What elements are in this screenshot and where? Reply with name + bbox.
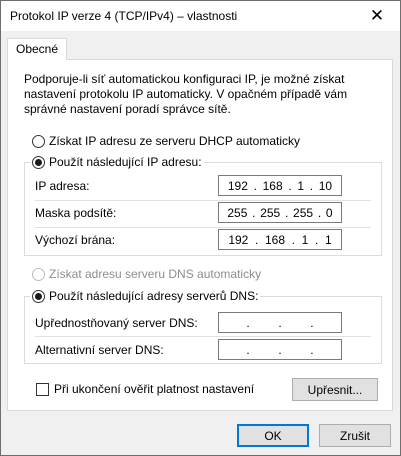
subnet-mask-label: Maska podsítě: bbox=[35, 205, 117, 220]
ip-manual-label: Použít následující IP adresu: bbox=[49, 155, 202, 169]
title-bar: Protokol IP verze 4 (TCP/IPv4) – vlastno… bbox=[1, 1, 400, 31]
description-text: Podporuje-li síť automatickou konfigurac… bbox=[24, 72, 348, 116]
subnet-mask-field[interactable]: 255 . 255 . 255 . 0 bbox=[218, 202, 342, 223]
octet: 192 bbox=[228, 232, 249, 247]
ip-manual-group: IP adresa: 192 . 168 . 1 . 10 Maska pods… bbox=[24, 162, 382, 256]
octet-dot: . bbox=[317, 205, 322, 220]
ip-manual-radio[interactable] bbox=[32, 155, 45, 169]
validate-checkbox[interactable] bbox=[36, 382, 49, 396]
octet-dot: . bbox=[253, 178, 257, 193]
octet: 255 bbox=[227, 205, 248, 220]
dns-manual-group: Upřednostňovaný server DNS: . . . Altern… bbox=[24, 296, 382, 364]
alternate-dns-label: Alternativní server DNS: bbox=[35, 342, 164, 357]
preferred-dns-label: Upřednostňovaný server DNS: bbox=[35, 315, 198, 330]
dns-manual-radio[interactable] bbox=[32, 289, 45, 303]
octet-dot: . bbox=[314, 232, 319, 247]
row-divider bbox=[35, 227, 371, 228]
advanced-button[interactable]: Upřesnit... bbox=[292, 378, 378, 401]
ip-auto-option[interactable]: Získat IP adresu ze serveru DHCP automat… bbox=[32, 134, 300, 148]
tab-panel-general: Podporuje-li síť automatickou konfigurac… bbox=[7, 59, 393, 411]
dns-auto-label: Získat adresu serveru DNS automaticky bbox=[49, 267, 262, 281]
octet-dot: . bbox=[278, 342, 282, 357]
octet: 192 bbox=[227, 178, 248, 193]
ip-address-field[interactable]: 192 . 168 . 1 . 10 bbox=[218, 175, 342, 196]
row-divider bbox=[35, 200, 371, 201]
dns-manual-option[interactable]: Použít následující adresy serverů DNS: bbox=[30, 289, 261, 303]
octet: 255 bbox=[260, 205, 281, 220]
octet-dot: . bbox=[246, 315, 250, 330]
octet: 168 bbox=[262, 178, 283, 193]
row-divider bbox=[35, 336, 371, 337]
octet: 0 bbox=[325, 205, 333, 220]
dialog-window: Protokol IP verze 4 (TCP/IPv4) – vlastno… bbox=[0, 0, 401, 456]
dns-auto-option[interactable]: Získat adresu serveru DNS automaticky bbox=[32, 267, 261, 281]
preferred-dns-field[interactable]: . . . bbox=[218, 312, 342, 333]
close-icon[interactable]: ✕ bbox=[354, 1, 400, 31]
octet: 1 bbox=[324, 232, 332, 247]
octet-dot: . bbox=[310, 315, 314, 330]
octet-dot: . bbox=[310, 342, 314, 357]
octet-dot: . bbox=[278, 315, 282, 330]
octet: 255 bbox=[293, 205, 314, 220]
window-title: Protokol IP verze 4 (TCP/IPv4) – vlastno… bbox=[10, 9, 238, 23]
octet-dot: . bbox=[309, 178, 314, 193]
ip-address-label: IP adresa: bbox=[35, 178, 90, 193]
validate-label: Při ukončení ověřit platnost nastavení bbox=[54, 382, 255, 396]
octet-dot: . bbox=[254, 232, 259, 247]
octet: 1 bbox=[297, 178, 305, 193]
dns-manual-label: Použít následující adresy serverů DNS: bbox=[49, 289, 259, 303]
ip-manual-option[interactable]: Použít následující IP adresu: bbox=[30, 155, 204, 169]
default-gateway-field[interactable]: 192 . 168 . 1 . 1 bbox=[218, 229, 342, 250]
octet-dot: . bbox=[284, 205, 289, 220]
octet: 168 bbox=[264, 232, 285, 247]
validate-option[interactable]: Při ukončení ověřit platnost nastavení bbox=[36, 382, 254, 396]
dns-auto-radio[interactable] bbox=[32, 267, 45, 281]
ip-auto-label: Získat IP adresu ze serveru DHCP automat… bbox=[49, 134, 300, 148]
ok-button[interactable]: OK bbox=[237, 424, 309, 447]
tab-general[interactable]: Obecné bbox=[7, 38, 68, 60]
octet-dot: . bbox=[252, 205, 256, 220]
ip-auto-radio[interactable] bbox=[32, 134, 45, 148]
alternate-dns-field[interactable]: . . . bbox=[218, 339, 342, 360]
octet-dot: . bbox=[291, 232, 295, 247]
octet: 1 bbox=[301, 232, 309, 247]
octet-dot: . bbox=[288, 178, 292, 193]
default-gateway-label: Výchozí brána: bbox=[35, 232, 116, 247]
octet-dot: . bbox=[246, 342, 250, 357]
octet: 10 bbox=[318, 178, 333, 193]
cancel-button[interactable]: Zrušit bbox=[319, 424, 391, 447]
